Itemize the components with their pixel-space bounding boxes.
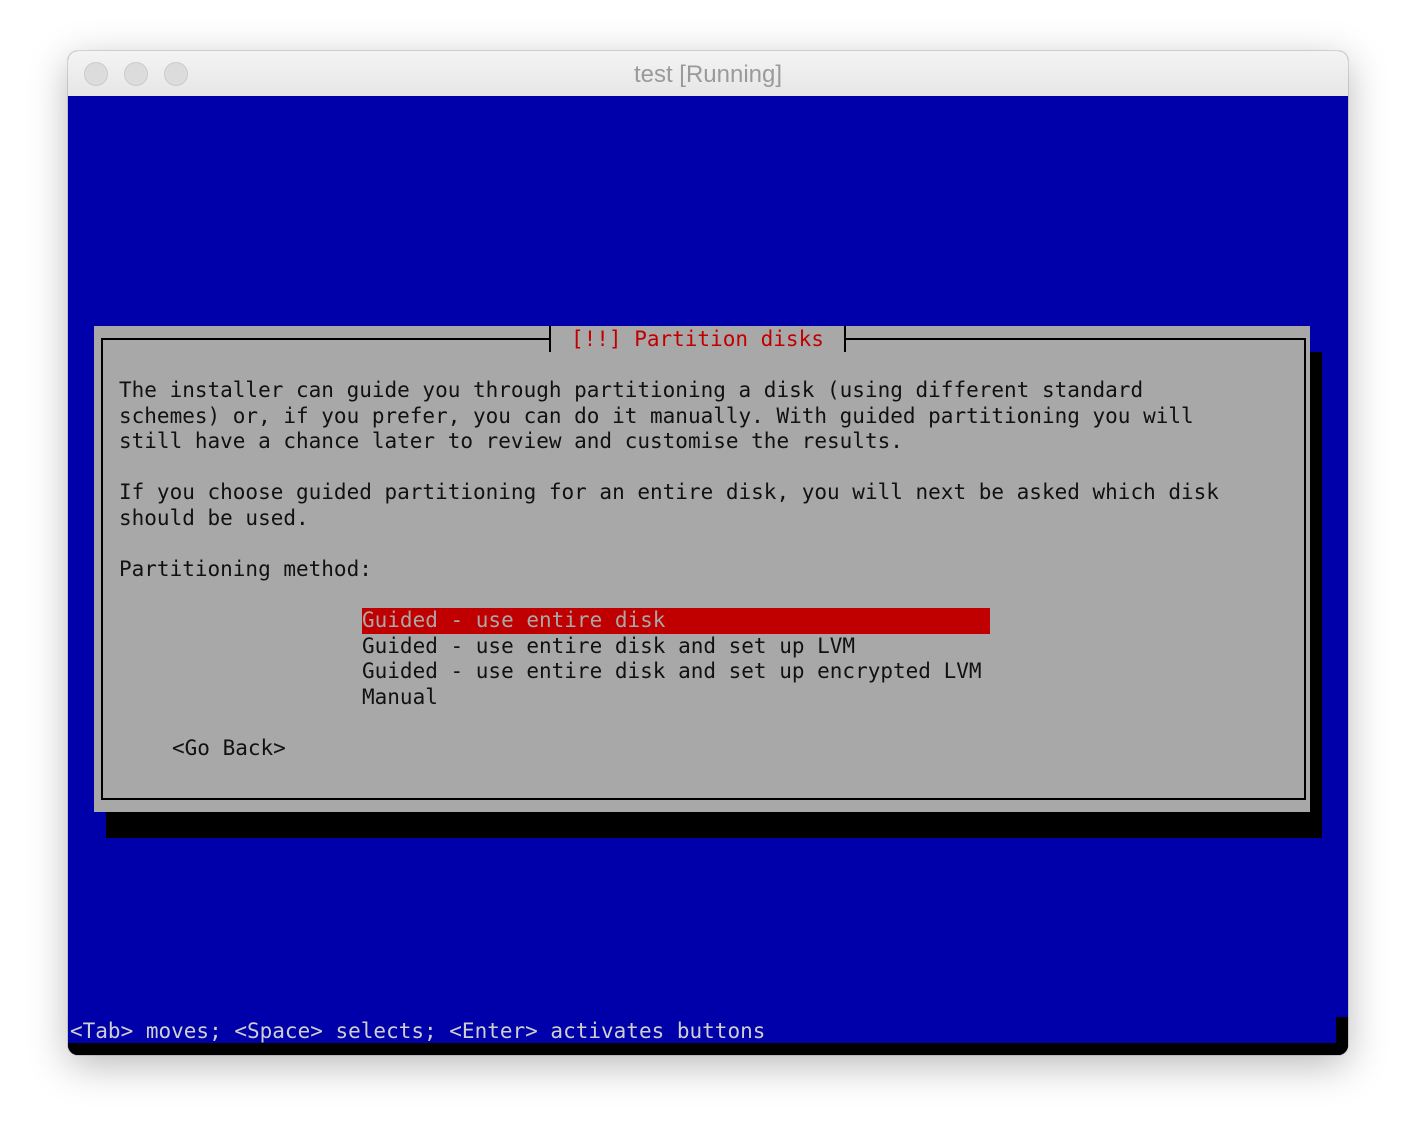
partition-dialog: [!!] Partition disks The installer can g… bbox=[94, 326, 1310, 812]
partitioning-method-label: Partitioning method: bbox=[119, 557, 372, 581]
go-back-button[interactable]: <Go Back> bbox=[172, 736, 286, 762]
option-manual[interactable]: Manual bbox=[362, 685, 990, 711]
guided-info-line-2: should be used. bbox=[119, 506, 309, 530]
vm-window: test [Running] [!!] Partition disks The … bbox=[68, 51, 1348, 1055]
intro-line-2: schemes) or, if you prefer, you can do i… bbox=[119, 404, 1194, 428]
keyboard-help-text: <Tab> moves; <Space> selects; <Enter> ac… bbox=[70, 1019, 766, 1043]
guided-info-line-1: If you choose guided partitioning for an… bbox=[119, 480, 1219, 504]
option-guided-lvm[interactable]: Guided - use entire disk and set up LVM bbox=[362, 634, 990, 660]
intro-line-1: The installer can guide you through part… bbox=[119, 378, 1144, 402]
option-guided-encrypted-lvm[interactable]: Guided - use entire disk and set up encr… bbox=[362, 659, 990, 685]
intro-line-3: still have a chance later to review and … bbox=[119, 429, 903, 453]
dialog-title: [!!] Partition disks bbox=[549, 326, 846, 352]
status-bar: <Tab> moves; <Space> selects; <Enter> ac… bbox=[68, 1015, 1348, 1055]
window-title: test [Running] bbox=[633, 61, 783, 88]
window-titlebar[interactable]: test [Running] bbox=[68, 51, 1348, 97]
installer-screen: [!!] Partition disks The installer can g… bbox=[68, 96, 1348, 1055]
option-guided-entire-disk[interactable]: Guided - use entire disk bbox=[362, 608, 990, 634]
partitioning-method-list: Guided - use entire disk Guided - use en… bbox=[362, 608, 990, 710]
status-bar-edge bbox=[68, 1043, 1348, 1055]
